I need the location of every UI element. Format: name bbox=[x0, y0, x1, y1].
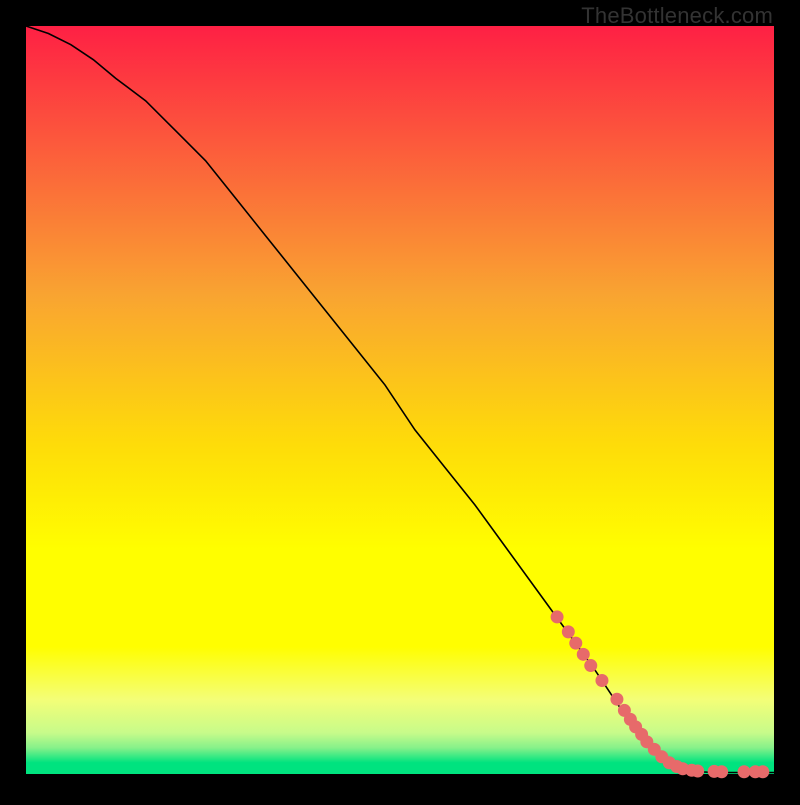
chart-marker bbox=[595, 674, 608, 687]
chart-marker bbox=[610, 693, 623, 706]
chart-svg bbox=[0, 0, 800, 800]
chart-marker bbox=[577, 648, 590, 661]
chart-marker bbox=[551, 610, 564, 623]
chart-marker bbox=[569, 637, 582, 650]
chart-canvas bbox=[0, 0, 800, 800]
watermark-source: TheBottleneck.com bbox=[581, 3, 773, 29]
chart-marker bbox=[584, 659, 597, 672]
chart-marker bbox=[738, 765, 751, 778]
chart-marker bbox=[756, 765, 769, 778]
chart-marker bbox=[691, 765, 704, 778]
chart-marker bbox=[562, 625, 575, 638]
chart-marker bbox=[715, 765, 728, 778]
